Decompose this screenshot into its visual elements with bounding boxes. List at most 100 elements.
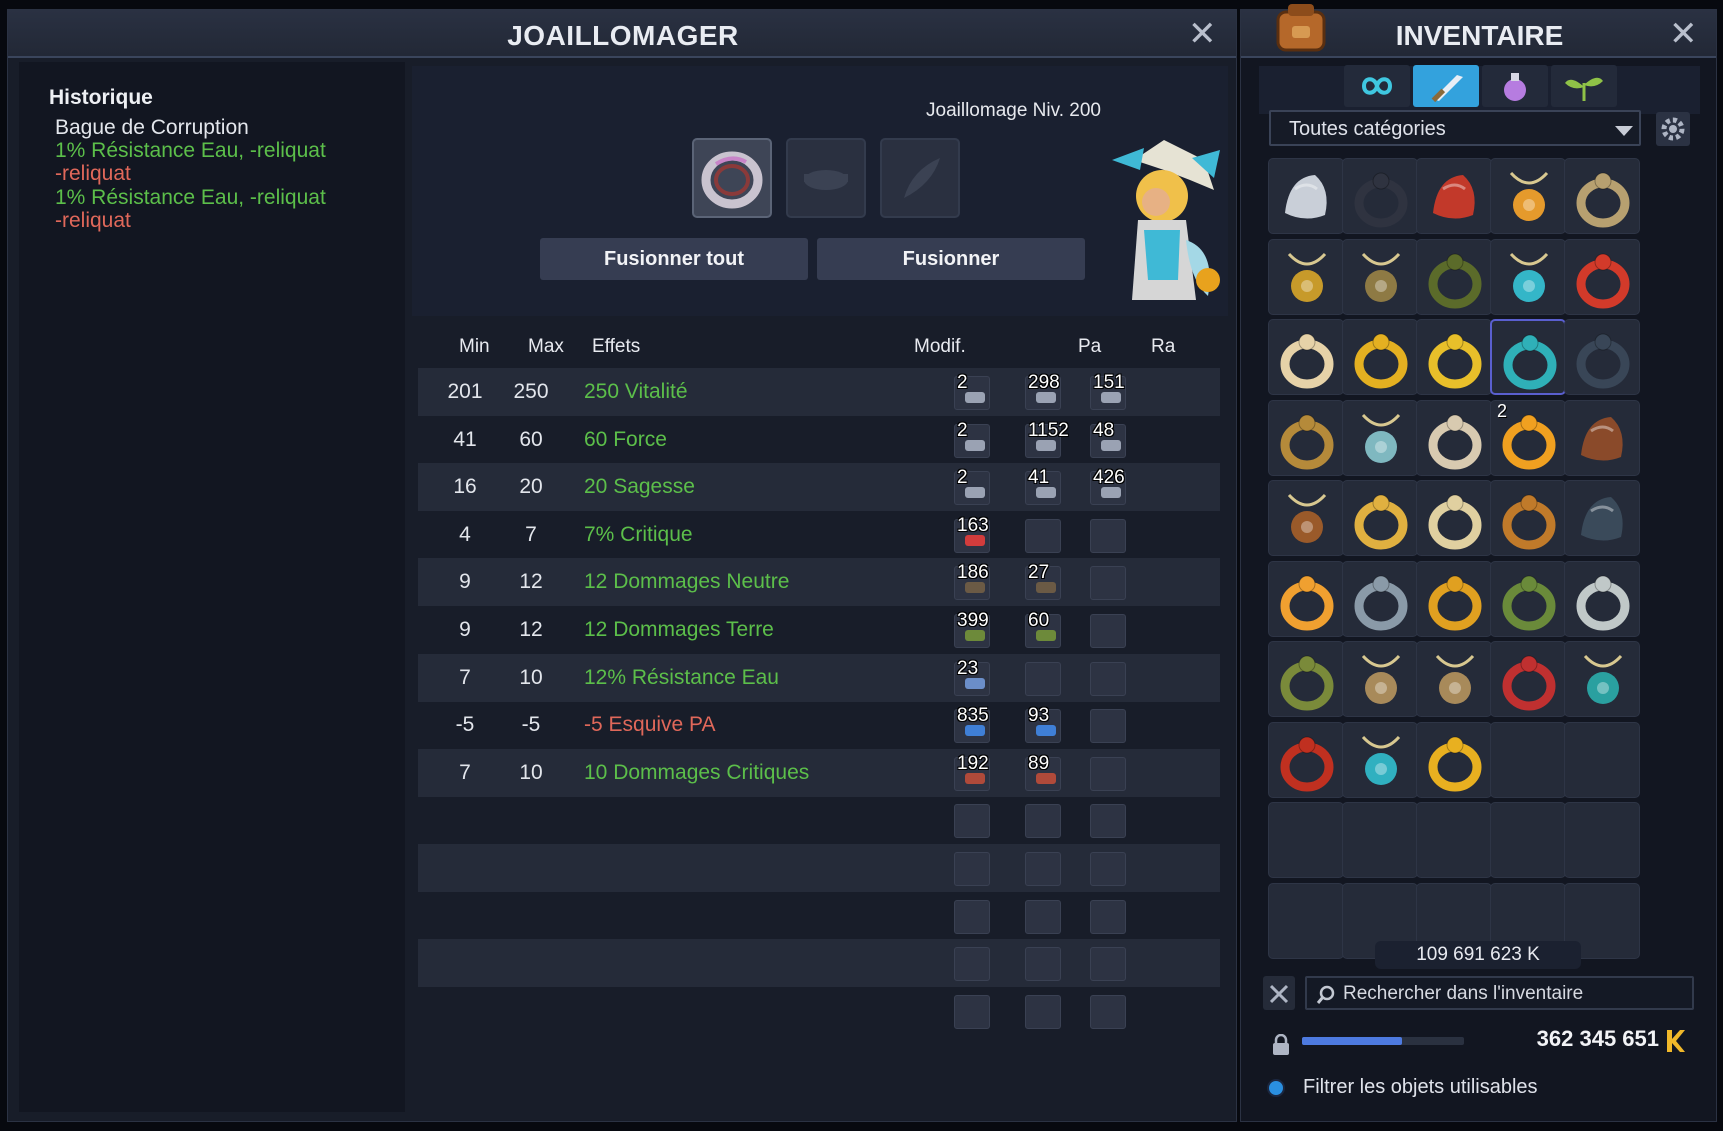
rune-ra[interactable]: [1090, 756, 1126, 791]
inventory-slot[interactable]: [1342, 560, 1418, 637]
inventory-slot[interactable]: [1416, 480, 1492, 556]
rune-modif[interactable]: [954, 804, 990, 839]
inventory-slot[interactable]: [1490, 158, 1566, 234]
inventory-slot[interactable]: [1342, 238, 1418, 315]
rune-ra[interactable]: [1090, 994, 1126, 1029]
tab-all[interactable]: [1344, 65, 1410, 107]
inventory-slot[interactable]: [1416, 802, 1492, 878]
inventory-slot[interactable]: [1268, 641, 1344, 717]
rune-pa[interactable]: [1025, 947, 1061, 982]
inventory-slot[interactable]: [1564, 560, 1640, 637]
rune-pa[interactable]: 298: [1025, 372, 1061, 410]
inventory-slot[interactable]: [1490, 319, 1566, 395]
rune-pa[interactable]: 93: [1025, 705, 1061, 744]
rune-pa[interactable]: [1025, 899, 1061, 934]
inventory-slot[interactable]: [1342, 399, 1418, 476]
filter-usable-toggle[interactable]: [1267, 1079, 1285, 1097]
rune-slot[interactable]: [786, 138, 866, 218]
inventory-slot[interactable]: [1268, 721, 1344, 798]
rune-modif[interactable]: 835: [954, 705, 990, 744]
rune-pa[interactable]: 41: [1025, 467, 1061, 506]
potion-slot[interactable]: [880, 138, 960, 218]
rune-ra[interactable]: [1090, 804, 1126, 839]
rune-ra[interactable]: [1090, 518, 1126, 553]
inventory-slot[interactable]: [1342, 802, 1418, 878]
inventory-slot[interactable]: [1490, 238, 1566, 315]
rune-ra[interactable]: 426: [1090, 467, 1126, 506]
rune-ra[interactable]: 48: [1090, 420, 1126, 458]
rune-modif[interactable]: [954, 852, 990, 886]
category-dropdown[interactable]: Toutes catégories: [1269, 110, 1641, 146]
rune-pa[interactable]: [1025, 661, 1061, 696]
rune-pa[interactable]: [1025, 852, 1061, 886]
rune-ra[interactable]: [1090, 947, 1126, 982]
scissors-button[interactable]: [1263, 976, 1295, 1010]
inventory-slot[interactable]: [1490, 641, 1566, 717]
lock-icon[interactable]: [1271, 1034, 1291, 1056]
rune-pa[interactable]: 1152: [1025, 420, 1069, 458]
settings-button[interactable]: [1656, 112, 1690, 146]
inventory-slot[interactable]: [1490, 721, 1566, 798]
rune-modif[interactable]: 2: [954, 372, 990, 410]
tab-consumables[interactable]: [1482, 65, 1548, 107]
rune-ra[interactable]: [1090, 566, 1126, 601]
inventory-slot[interactable]: [1268, 560, 1344, 637]
inventory-slot[interactable]: [1268, 158, 1344, 234]
merge-button[interactable]: Fusionner: [817, 238, 1085, 280]
inventory-slot[interactable]: 2: [1490, 399, 1566, 476]
rune-ra[interactable]: [1090, 899, 1126, 934]
rune-ra[interactable]: [1090, 852, 1126, 886]
inventory-slot[interactable]: [1564, 399, 1640, 476]
inventory-slot[interactable]: [1564, 802, 1640, 878]
rune-modif[interactable]: [954, 947, 990, 982]
inventory-slot[interactable]: [1564, 158, 1640, 234]
tab-equipment[interactable]: [1413, 65, 1479, 107]
inventory-slot[interactable]: [1416, 560, 1492, 637]
tab-resources[interactable]: [1551, 65, 1617, 107]
rune-pa[interactable]: 89: [1025, 753, 1061, 791]
rune-modif[interactable]: 399: [954, 610, 990, 648]
inventory-slot[interactable]: [1416, 641, 1492, 717]
inventory-slot[interactable]: [1268, 480, 1344, 556]
inventory-slot[interactable]: [1268, 238, 1344, 315]
rune-pa[interactable]: [1025, 994, 1061, 1029]
inventory-slot[interactable]: [1342, 721, 1418, 798]
inventory-slot[interactable]: [1268, 802, 1344, 878]
inventory-slot[interactable]: [1490, 480, 1566, 556]
rune-modif[interactable]: 163: [954, 515, 990, 553]
search-input[interactable]: Rechercher dans l'inventaire: [1305, 976, 1694, 1010]
inventory-slot[interactable]: [1564, 480, 1640, 556]
inventory-slot[interactable]: [1564, 641, 1640, 717]
rune-ra[interactable]: [1090, 661, 1126, 696]
inventory-slot[interactable]: [1416, 721, 1492, 798]
inventory-slot[interactable]: [1342, 158, 1418, 234]
inventory-slot[interactable]: [1268, 319, 1344, 395]
rune-ra[interactable]: [1090, 709, 1126, 744]
rune-modif[interactable]: 23: [954, 658, 990, 696]
rune-ra[interactable]: 151: [1090, 372, 1126, 410]
rune-pa[interactable]: [1025, 804, 1061, 839]
inventory-slot[interactable]: [1564, 238, 1640, 315]
close-icon[interactable]: ✕: [1188, 17, 1217, 51]
rune-modif[interactable]: [954, 899, 990, 934]
rune-ra[interactable]: [1090, 614, 1126, 648]
rune-modif[interactable]: 2: [954, 467, 990, 506]
inventory-slot[interactable]: [1490, 560, 1566, 637]
inventory-slot[interactable]: [1564, 721, 1640, 798]
rune-pa[interactable]: 27: [1025, 562, 1061, 601]
inventory-slot[interactable]: [1490, 802, 1566, 878]
inventory-slot[interactable]: [1268, 882, 1344, 959]
close-icon[interactable]: ✕: [1669, 17, 1698, 51]
rune-modif[interactable]: 186: [954, 562, 990, 601]
inventory-slot[interactable]: [1342, 480, 1418, 556]
rune-modif[interactable]: 192: [954, 753, 990, 791]
inventory-slot[interactable]: [1342, 319, 1418, 395]
inventory-slot[interactable]: [1416, 238, 1492, 315]
rune-modif[interactable]: [954, 994, 990, 1029]
inventory-slot[interactable]: [1342, 641, 1418, 717]
inventory-slot[interactable]: [1268, 399, 1344, 476]
inventory-slot[interactable]: [1564, 319, 1640, 395]
item-slot[interactable]: [692, 138, 772, 218]
rune-pa[interactable]: [1025, 518, 1061, 553]
merge-all-button[interactable]: Fusionner tout: [540, 238, 808, 280]
